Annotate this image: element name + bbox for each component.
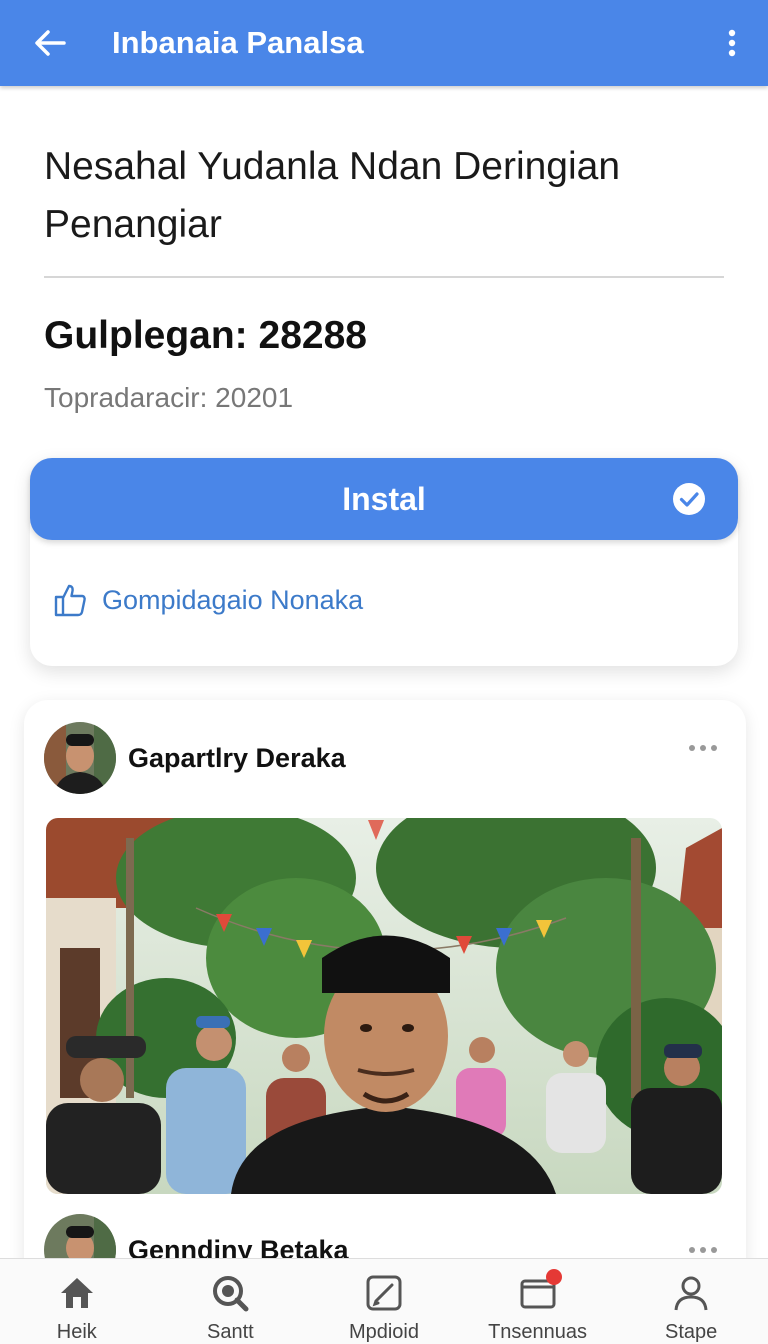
home-icon [60,1278,93,1308]
page-headline: Nesahal Yudanla Ndan Deringian Penangiar [44,145,621,246]
nav-item-search[interactable]: Santt [154,1259,308,1344]
post-photo[interactable] [46,818,722,1194]
nav-item-edit[interactable]: Mpdioid [307,1259,461,1344]
install-button[interactable]: Instal [30,458,738,540]
more-options-button[interactable] [712,13,752,73]
nav-label-profile: Stape [665,1321,718,1343]
avatar-2[interactable] [44,1214,116,1258]
divider [44,276,724,278]
more-vert-icon [728,29,736,57]
thumbs-up-icon [54,584,86,617]
install-button-label: Instal [342,480,426,517]
nav-label-edit: Mpdioid [348,1321,419,1343]
check-circle-icon [673,483,705,515]
post-author[interactable]: Gapartlry Deraka [128,743,346,774]
nav-label-notifications: Tnsennuas [488,1321,588,1343]
nav-item-notifications[interactable]: Tnsennuas [461,1259,615,1344]
back-button[interactable] [20,13,80,73]
avatar[interactable] [44,722,116,794]
post-card: Gapartlry Deraka Genndiny Betaka [24,700,746,1258]
profile-icon [674,1276,708,1311]
secondary-link-label: Gompidagaio Nonaka [102,584,364,615]
bottom-navigation: Heik Santt Mpdioid Tnsennuas Stape [0,1258,768,1344]
post-author-2[interactable]: Genndiny Betaka [128,1235,349,1259]
secondary-link[interactable]: Gompidagaio Nonaka [52,582,363,618]
edit-icon [366,1275,402,1311]
app-title: Inbanaia Panalsa [112,25,364,60]
nav-item-home[interactable]: Heik [0,1259,154,1344]
more-horiz-icon [689,745,717,751]
nav-label-search: Santt [207,1321,254,1343]
stat-subtitle: Topradaracir: 20201 [44,382,294,413]
install-card: Instal Gompidagaio Nonaka [30,458,738,666]
nav-label-home: Heik [56,1321,97,1343]
notifications-icon [518,1269,562,1313]
notification-badge [545,1269,562,1285]
post-header-2: Genndiny Betaka [44,1214,349,1258]
more-horiz-icon [689,1247,717,1253]
main-content: Nesahal Yudanla Ndan Deringian Penangiar… [0,86,768,1258]
stat-title: Gulplegan: 28288 [44,314,367,357]
post-header: Gapartlry Deraka [44,722,346,794]
post-more-button[interactable] [688,740,718,758]
arrow-left-icon [35,30,66,56]
post-more-button-2[interactable] [688,1242,718,1258]
search-icon [213,1276,249,1312]
app-bar: Inbanaia Panalsa [0,0,768,86]
nav-item-profile[interactable]: Stape [614,1259,768,1344]
